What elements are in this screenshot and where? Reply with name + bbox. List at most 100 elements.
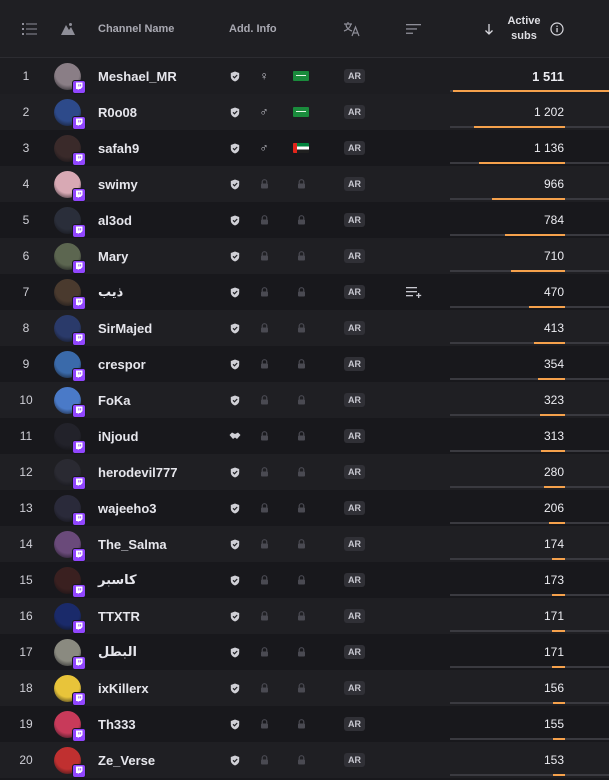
avatar[interactable] xyxy=(54,602,86,634)
lock-icon[interactable] xyxy=(293,670,309,706)
lock-icon[interactable] xyxy=(257,670,271,706)
lock-icon[interactable] xyxy=(293,238,309,274)
channel-name-link[interactable]: R0o08 xyxy=(98,94,223,130)
lock-icon[interactable] xyxy=(257,310,271,346)
lock-icon[interactable] xyxy=(293,706,309,742)
table-row[interactable]: 18 ixKillerx AR 156 xyxy=(0,670,609,706)
lock-icon[interactable] xyxy=(293,382,309,418)
table-row[interactable]: 7 ذيب AR 470 xyxy=(0,274,609,310)
channel-name-link[interactable]: البطل xyxy=(98,634,223,670)
channel-avatar-cell[interactable] xyxy=(54,418,86,454)
language-column-icon[interactable] xyxy=(343,0,361,58)
table-row[interactable]: 8 SirMajed AR 413 xyxy=(0,310,609,346)
lock-icon[interactable] xyxy=(257,418,271,454)
lock-icon[interactable] xyxy=(257,634,271,670)
lock-icon[interactable] xyxy=(257,598,271,634)
channel-name-link[interactable]: SirMajed xyxy=(98,310,223,346)
table-row[interactable]: 4 swimy AR 966 xyxy=(0,166,609,202)
lock-icon[interactable] xyxy=(257,562,271,598)
lock-icon[interactable] xyxy=(293,418,309,454)
lock-icon[interactable] xyxy=(293,562,309,598)
avatar[interactable] xyxy=(54,458,86,490)
channel-avatar-cell[interactable] xyxy=(54,58,86,94)
avatar[interactable] xyxy=(54,134,86,166)
lock-icon[interactable] xyxy=(293,202,309,238)
avatar[interactable] xyxy=(54,422,86,454)
channel-name-link[interactable]: crespor xyxy=(98,346,223,382)
lock-icon[interactable] xyxy=(293,310,309,346)
add-to-list-icon[interactable] xyxy=(405,274,423,310)
avatar[interactable] xyxy=(54,638,86,670)
channel-name-link[interactable]: safah9 xyxy=(98,130,223,166)
table-row[interactable]: 16 TTXTR AR 171 xyxy=(0,598,609,634)
table-row[interactable]: 20 Ze_Verse AR 153 xyxy=(0,742,609,778)
lock-icon[interactable] xyxy=(257,382,271,418)
avatar[interactable] xyxy=(54,386,86,418)
table-row[interactable]: 10 FoKa AR 323 xyxy=(0,382,609,418)
channel-name-link[interactable]: ذيب xyxy=(98,274,223,310)
sort-descending-icon[interactable] xyxy=(484,0,496,58)
lock-icon[interactable] xyxy=(293,166,309,202)
avatar[interactable] xyxy=(54,710,86,742)
column-header-channel-name[interactable]: Channel Name xyxy=(98,0,174,58)
lock-icon[interactable] xyxy=(257,166,271,202)
avatar[interactable] xyxy=(54,314,86,346)
channel-name-link[interactable]: swimy xyxy=(98,166,223,202)
channel-avatar-cell[interactable] xyxy=(54,490,86,526)
table-row[interactable]: 14 The_Salma AR 174 xyxy=(0,526,609,562)
lock-icon[interactable] xyxy=(257,526,271,562)
channel-name-link[interactable]: FoKa xyxy=(98,382,223,418)
info-icon[interactable] xyxy=(550,0,564,58)
channel-avatar-cell[interactable] xyxy=(54,202,86,238)
avatar[interactable] xyxy=(54,206,86,238)
channel-avatar-cell[interactable] xyxy=(54,94,86,130)
channel-avatar-cell[interactable] xyxy=(54,238,86,274)
avatar[interactable] xyxy=(54,278,86,310)
avatar[interactable] xyxy=(54,566,86,598)
channel-avatar-cell[interactable] xyxy=(54,130,86,166)
table-row[interactable]: 17 البطل AR 171 xyxy=(0,634,609,670)
channel-avatar-column-icon[interactable] xyxy=(60,0,76,58)
channel-name-link[interactable]: Mary xyxy=(98,238,223,274)
channel-avatar-cell[interactable] xyxy=(54,166,86,202)
channel-avatar-cell[interactable] xyxy=(54,562,86,598)
lock-icon[interactable] xyxy=(257,346,271,382)
channel-name-link[interactable]: Ze_Verse xyxy=(98,742,223,778)
channel-name-link[interactable]: al3od xyxy=(98,202,223,238)
lock-icon[interactable] xyxy=(257,274,271,310)
lock-icon[interactable] xyxy=(293,742,309,778)
avatar[interactable] xyxy=(54,746,86,778)
lock-icon[interactable] xyxy=(257,706,271,742)
avatar[interactable] xyxy=(54,170,86,202)
channel-avatar-cell[interactable] xyxy=(54,706,86,742)
avatar[interactable] xyxy=(54,62,86,94)
channel-avatar-cell[interactable] xyxy=(54,670,86,706)
table-row[interactable]: 6 Mary AR 710 xyxy=(0,238,609,274)
list-view-icon[interactable] xyxy=(22,0,38,58)
lock-icon[interactable] xyxy=(293,490,309,526)
table-row[interactable]: 19 Th333 AR 155 xyxy=(0,706,609,742)
channel-name-link[interactable]: The_Salma xyxy=(98,526,223,562)
lock-icon[interactable] xyxy=(293,598,309,634)
lock-icon[interactable] xyxy=(257,454,271,490)
column-header-active-subs[interactable]: Active subs xyxy=(503,0,545,58)
channel-avatar-cell[interactable] xyxy=(54,346,86,382)
lock-icon[interactable] xyxy=(293,274,309,310)
channel-name-link[interactable]: Meshael_MR xyxy=(98,58,223,94)
table-row[interactable]: 5 al3od AR 784 xyxy=(0,202,609,238)
avatar[interactable] xyxy=(54,530,86,562)
filter-lines-icon[interactable] xyxy=(406,0,422,58)
table-row[interactable]: 15 كاسبر AR 173 xyxy=(0,562,609,598)
channel-avatar-cell[interactable] xyxy=(54,598,86,634)
table-row[interactable]: 12 herodevil777 AR 280 xyxy=(0,454,609,490)
channel-name-link[interactable]: iNjoud xyxy=(98,418,223,454)
channel-name-link[interactable]: ixKillerx xyxy=(98,670,223,706)
avatar[interactable] xyxy=(54,674,86,706)
channel-name-link[interactable]: TTXTR xyxy=(98,598,223,634)
channel-avatar-cell[interactable] xyxy=(54,382,86,418)
channel-avatar-cell[interactable] xyxy=(54,274,86,310)
lock-icon[interactable] xyxy=(257,202,271,238)
lock-icon[interactable] xyxy=(257,490,271,526)
channel-avatar-cell[interactable] xyxy=(54,742,86,778)
lock-icon[interactable] xyxy=(293,526,309,562)
